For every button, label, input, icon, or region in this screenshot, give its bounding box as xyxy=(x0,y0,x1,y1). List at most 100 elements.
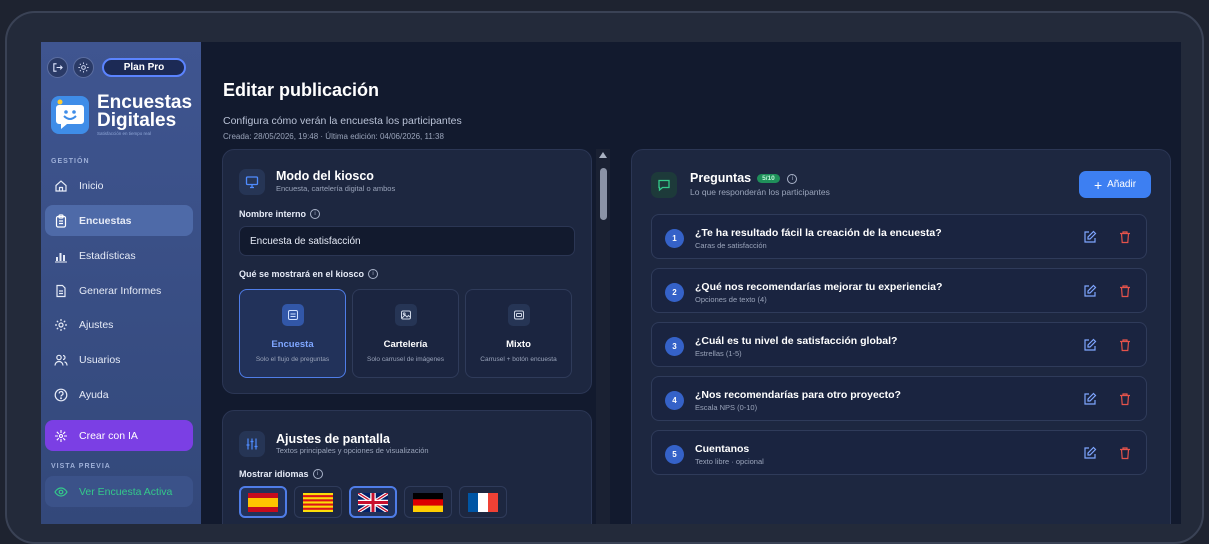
flag-fr-toggle[interactable] xyxy=(459,486,507,518)
edit-icon[interactable] xyxy=(1083,284,1097,298)
flag-es-icon xyxy=(248,492,278,512)
section-label-preview: VISTA PREVIA xyxy=(51,463,111,470)
question-title: ¿Te ha resultado fácil la creación de la… xyxy=(695,227,942,239)
help-icon xyxy=(53,387,69,403)
sidebar-item-ayuda[interactable]: Ayuda xyxy=(41,379,193,410)
option-desc: Carrusel + botón encuesta xyxy=(480,356,557,363)
bar-chart-icon xyxy=(53,248,69,264)
page-title: Editar publicación xyxy=(223,80,380,100)
plan-badge[interactable]: Plan Pro xyxy=(102,58,186,77)
theme-toggle-button[interactable] xyxy=(73,57,94,78)
info-icon[interactable]: i xyxy=(368,269,379,279)
sliders-icon xyxy=(239,431,265,457)
view-active-survey-button[interactable]: Ver Encuesta Activa xyxy=(45,476,193,507)
edit-icon[interactable] xyxy=(1083,230,1097,244)
view-active-survey-label: Ver Encuesta Activa xyxy=(79,485,173,498)
question-title: ¿Qué nos recomendarías mejorar tu experi… xyxy=(695,281,943,293)
question-row[interactable]: 1 ¿Te ha resultado fácil la creación de … xyxy=(651,214,1147,259)
sidebar-item-usuarios[interactable]: Usuarios xyxy=(41,344,193,375)
sidebar-item-encuestas[interactable]: Encuestas xyxy=(45,205,193,236)
sidebar-item-ajustes[interactable]: Ajustes xyxy=(41,309,193,340)
sidebar-item-label: Generar Informes xyxy=(79,284,162,297)
questions-title: Preguntas 5/10 i xyxy=(690,171,798,185)
questions-title-text: Preguntas xyxy=(690,171,752,185)
question-number: 5 xyxy=(665,445,684,464)
scrollbar-thumb[interactable] xyxy=(600,168,607,220)
info-icon[interactable]: i xyxy=(310,209,321,219)
sidebar-item-inicio[interactable]: Inicio xyxy=(41,170,193,201)
kiosk-mode-title: Modo del kiosco xyxy=(276,169,374,183)
info-icon[interactable]: i xyxy=(787,173,798,184)
option-title: Cartelería xyxy=(383,339,428,350)
eye-icon xyxy=(53,484,69,500)
question-row[interactable]: 3 ¿Cuál es tu nivel de satisfacción glob… xyxy=(651,322,1147,367)
section-label-gestion: GESTIÓN xyxy=(51,158,90,165)
question-row[interactable]: 5 Cuentanos Texto libre · opcional xyxy=(651,430,1147,475)
flag-gb-toggle[interactable] xyxy=(349,486,397,518)
screen-settings-subtitle: Textos principales y opciones de visuali… xyxy=(276,446,429,455)
display-mode-label: Qué se mostrará en el kiosco i xyxy=(239,269,379,279)
option-mixto[interactable]: Mixto Carrusel + botón encuesta xyxy=(465,289,572,378)
option-title: Encuesta xyxy=(271,339,314,350)
questions-count-badge: 5/10 xyxy=(757,174,780,184)
sidebar-item-label: Encuestas xyxy=(79,214,132,227)
flag-ca-toggle[interactable] xyxy=(294,486,342,518)
gear-icon xyxy=(53,317,69,333)
option-encuesta[interactable]: Encuesta Solo el flujo de preguntas xyxy=(239,289,346,378)
edit-icon[interactable] xyxy=(1083,338,1097,352)
trash-icon[interactable] xyxy=(1118,230,1132,244)
sidebar-item-label: Ayuda xyxy=(79,388,109,401)
chat-icon xyxy=(651,172,677,198)
question-number: 2 xyxy=(665,283,684,302)
left-column-scrollbar[interactable] xyxy=(596,149,610,524)
trash-icon[interactable] xyxy=(1118,392,1132,406)
question-title: ¿Nos recomendarías para otro proyecto? xyxy=(695,389,901,401)
question-type: Caras de satisfacción xyxy=(695,241,767,250)
sidebar-item-label: Ajustes xyxy=(79,318,114,331)
display-mode-label-text: Qué se mostrará en el kiosco xyxy=(239,269,365,279)
add-question-label: Añadir xyxy=(1107,179,1137,190)
languages-label-text: Mostrar idiomas xyxy=(239,469,309,479)
option-desc: Solo el flujo de preguntas xyxy=(255,356,330,363)
form-icon xyxy=(281,304,304,326)
flag-es-toggle[interactable] xyxy=(239,486,287,518)
question-title: ¿Cuál es tu nivel de satisfacción global… xyxy=(695,335,898,347)
questions-card: Preguntas 5/10 i Lo que responderán los p… xyxy=(631,149,1171,524)
trash-icon[interactable] xyxy=(1118,446,1132,460)
question-number: 4 xyxy=(665,391,684,410)
question-row[interactable]: 2 ¿Qué nos recomendarías mejorar tu expe… xyxy=(651,268,1147,313)
sidebar-item-estadisticas[interactable]: Estadísticas xyxy=(41,240,193,271)
sidebar-item-label: Estadísticas xyxy=(79,249,136,262)
sun-icon xyxy=(78,62,89,73)
screen-settings-title: Ajustes de pantalla xyxy=(276,432,390,446)
sidebar-item-label: Inicio xyxy=(79,179,104,192)
edit-icon[interactable] xyxy=(1083,392,1097,406)
internal-name-input[interactable]: Encuesta de satisfacción xyxy=(239,226,575,256)
sidebar-item-label: Usuarios xyxy=(79,353,121,366)
kiosk-mode-subtitle: Encuesta, cartelería digital o ambos xyxy=(276,184,396,193)
create-with-ai-button[interactable]: Crear con IA xyxy=(45,420,193,451)
question-title: Cuentanos xyxy=(695,443,750,455)
trash-icon[interactable] xyxy=(1118,284,1132,298)
question-type: Opciones de texto (4) xyxy=(695,295,767,304)
info-icon[interactable]: i xyxy=(312,469,323,479)
monitor-icon xyxy=(239,169,265,195)
edit-icon[interactable] xyxy=(1083,446,1097,460)
clipboard-icon xyxy=(53,213,69,229)
question-row[interactable]: 4 ¿Nos recomendarías para otro proyecto?… xyxy=(651,376,1147,421)
add-question-button[interactable]: + Añadir xyxy=(1079,171,1151,198)
sidebar-topbar: Plan Pro xyxy=(47,57,186,78)
users-icon xyxy=(53,352,69,368)
trash-icon[interactable] xyxy=(1118,338,1132,352)
plus-icon: + xyxy=(1093,176,1103,193)
flag-de-toggle[interactable] xyxy=(404,486,452,518)
sidebar-item-informes[interactable]: Generar Informes xyxy=(41,275,193,306)
option-carteleria[interactable]: Cartelería Solo carrusel de imágenes xyxy=(352,289,459,378)
logout-button[interactable] xyxy=(47,57,68,78)
create-with-ai-label: Crear con IA xyxy=(79,429,138,442)
flag-fr-icon xyxy=(468,492,498,512)
image-icon xyxy=(394,304,417,326)
flag-gb-icon xyxy=(358,492,388,512)
question-number: 3 xyxy=(665,337,684,356)
scroll-up-icon[interactable] xyxy=(599,152,607,158)
